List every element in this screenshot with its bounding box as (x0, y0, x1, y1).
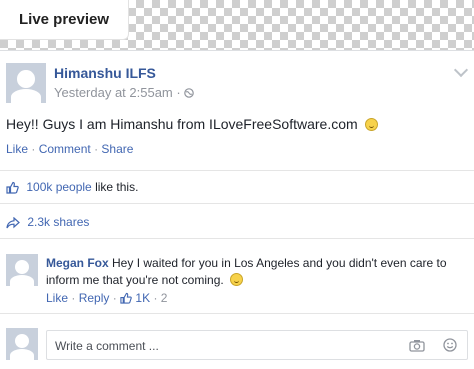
post-text: Hey!! Guys I am Himanshu from ILoveFreeS… (6, 116, 358, 132)
action-separator: · (94, 142, 99, 156)
divider (0, 238, 474, 239)
comment-like-count[interactable]: 1K (135, 291, 150, 305)
like-link[interactable]: Like (6, 142, 28, 156)
divider (0, 203, 474, 204)
action-separator: · (153, 291, 158, 305)
comment-author-avatar[interactable] (6, 254, 38, 288)
divider (0, 313, 474, 314)
thumbs-up-icon (6, 181, 19, 194)
likes-count-link[interactable]: 100k people (26, 180, 91, 194)
comment-reply-count: 2 (160, 291, 168, 305)
smiley-emoji-icon (364, 118, 378, 131)
post-body: Hey!! Guys I am Himanshu from ILoveFreeS… (6, 116, 378, 132)
divider (0, 170, 474, 171)
likes-suffix: like this. (95, 180, 139, 194)
action-separator: · (112, 291, 117, 305)
composer-avatar (6, 328, 38, 362)
globe-icon (184, 88, 195, 98)
shares-count-link[interactable]: 2.3k shares (27, 215, 89, 229)
post-time-text[interactable]: Yesterday at 2:55am (54, 85, 173, 100)
live-preview-tab[interactable]: Live preview (0, 0, 129, 40)
comment-actions: Like · Reply · 1K · 2 (46, 291, 167, 305)
shares-summary: 2.3k shares (6, 215, 89, 229)
chevron-down-icon[interactable] (453, 62, 469, 78)
action-separator: · (31, 142, 36, 156)
time-separator: · (176, 85, 181, 100)
comment-input[interactable] (53, 338, 387, 354)
facebook-post-card: Himanshu ILFS Yesterday at 2:55am · Hey!… (0, 50, 474, 369)
comment-author-name[interactable]: Megan Fox (46, 256, 109, 270)
comment-body: Megan Fox Hey I waited for you in Los An… (46, 255, 466, 289)
share-arrow-icon (6, 216, 20, 229)
action-separator: · (71, 291, 76, 305)
comment-like-link[interactable]: Like (46, 291, 68, 305)
post-author-avatar[interactable] (6, 63, 46, 106)
post-timestamp[interactable]: Yesterday at 2:55am · (54, 85, 195, 100)
smiley-emoji-icon (230, 273, 244, 286)
comment-link[interactable]: Comment (39, 142, 91, 156)
comment-reply-link[interactable]: Reply (79, 291, 110, 305)
thumbs-up-icon (120, 292, 132, 304)
emoji-icon[interactable] (443, 338, 457, 352)
camera-icon[interactable] (409, 339, 425, 352)
comment-composer[interactable] (46, 330, 468, 360)
likes-summary: 100k people like this. (6, 180, 138, 194)
post-actions: Like · Comment · Share (6, 142, 133, 156)
share-link[interactable]: Share (101, 142, 133, 156)
post-author-name[interactable]: Himanshu ILFS (54, 65, 156, 81)
